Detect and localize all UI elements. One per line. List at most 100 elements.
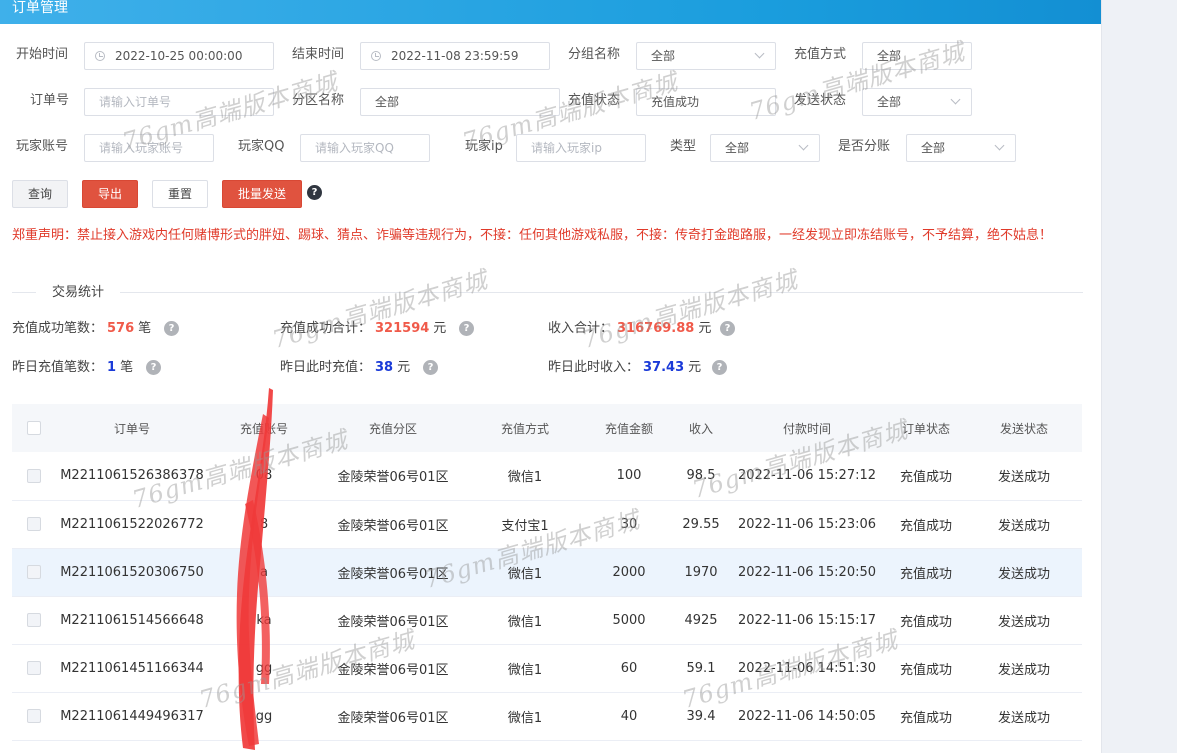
- cell-send: 发送成功: [997, 470, 1050, 486]
- cell-order-no: M2211061451166344: [60, 660, 204, 676]
- cell-status: 充值成功: [899, 470, 952, 486]
- table-row[interactable]: M2211061520306750 a 金陵荣誉06号01区 微信1 2000 …: [12, 548, 1082, 596]
- cell-time: 2022-11-06 15:27:12: [737, 468, 877, 484]
- recharge-method-select[interactable]: 全部: [862, 42, 972, 70]
- end-time-input[interactable]: 2022-11-08 23:59:59: [360, 42, 550, 70]
- cell-zone: 金陵荣誉06号01区: [337, 518, 449, 534]
- cell-amount: 30: [620, 516, 638, 532]
- cell-amount: 100: [616, 468, 642, 484]
- help-icon[interactable]: ?: [146, 360, 161, 375]
- stat-income-total: 收入合计： 316769.88 元: [548, 320, 711, 338]
- order-no-placeholder: 请输入订单号: [99, 95, 172, 109]
- table-row[interactable]: M2211061451166344 gg 金陵荣誉06号01区 微信1 60 5…: [12, 644, 1082, 692]
- cell-income: 98.5: [686, 468, 716, 484]
- column-header: 订单状态: [901, 421, 950, 436]
- help-icon[interactable]: ?: [307, 185, 322, 200]
- cell-status: 充值成功: [899, 710, 952, 726]
- cell-send: 发送成功: [997, 662, 1050, 678]
- zone-name-label: 分区名称: [292, 93, 345, 108]
- table-header-row: 订单号 充值账号 充值分区 充值方式 充值金额 收入 付款时间 订单状态 发送状…: [12, 404, 1082, 452]
- cell-amount: 5000: [612, 612, 646, 628]
- cell-amount: 60: [620, 660, 638, 676]
- cell-income: 4925: [684, 612, 718, 628]
- recharge-status-select[interactable]: 充值成功: [636, 88, 776, 116]
- chevron-down-icon: [994, 140, 1005, 151]
- row-select-cell: [12, 596, 56, 644]
- row-checkbox[interactable]: [27, 468, 41, 483]
- row-select-cell: [12, 644, 56, 692]
- split-label: 是否分账: [838, 139, 891, 154]
- cell-send: 发送成功: [997, 518, 1050, 534]
- cell-send: 发送成功: [997, 614, 1050, 630]
- stat-unit: 元: [433, 321, 447, 336]
- export-button[interactable]: 导出: [82, 180, 138, 208]
- split-value: 全部: [921, 141, 946, 155]
- cell-method: 微信1: [507, 710, 543, 726]
- query-button[interactable]: 查询: [12, 180, 68, 208]
- cell-time: 2022-11-06 14:51:30: [737, 660, 877, 676]
- column-header: 充值账号: [239, 421, 288, 436]
- start-time-input[interactable]: 2022-10-25 00:00:00: [84, 42, 274, 70]
- order-no-input[interactable]: 请输入订单号: [84, 88, 274, 116]
- cell-income: 1970: [684, 564, 718, 580]
- cell-status: 充值成功: [899, 662, 952, 678]
- help-icon[interactable]: ?: [164, 321, 179, 336]
- zone-name-value: 全部: [375, 95, 400, 109]
- group-name-select[interactable]: 全部: [636, 42, 776, 70]
- cell-account: a: [260, 564, 268, 580]
- stat-label: 昨日此时收入：: [548, 360, 640, 375]
- cell-method: 微信1: [507, 662, 543, 678]
- stat-yesterday-count: 昨日充值笔数： 1 笔: [12, 359, 133, 377]
- player-ip-input[interactable]: 请输入玩家ip: [516, 134, 646, 162]
- zone-name-select[interactable]: 全部: [360, 88, 560, 116]
- chevron-down-icon: [754, 48, 765, 59]
- cell-time: 2022-11-06 15:23:06: [737, 516, 877, 532]
- help-icon[interactable]: ?: [423, 360, 438, 375]
- end-time-value: 2022-11-08 23:59:59: [391, 49, 519, 63]
- end-time-label: 结束时间: [292, 47, 345, 62]
- start-time-label: 开始时间: [16, 47, 69, 62]
- split-select[interactable]: 全部: [906, 134, 1016, 162]
- player-qq-input[interactable]: 请输入玩家QQ: [300, 134, 430, 162]
- table-row[interactable]: M2211061514566648 ka 金陵荣誉06号01区 微信1 5000…: [12, 596, 1082, 644]
- help-icon[interactable]: ?: [459, 321, 474, 336]
- cell-method: 微信1: [507, 566, 543, 582]
- divider-left: [12, 292, 36, 293]
- help-icon[interactable]: ?: [712, 360, 727, 375]
- row-select-cell: [12, 500, 56, 548]
- player-qq-label: 玩家QQ: [238, 139, 285, 154]
- row-checkbox[interactable]: [27, 613, 41, 627]
- player-account-label: 玩家账号: [16, 139, 69, 154]
- table-row[interactable]: M2211061526386378 08 金陵荣誉06号01区 微信1 100 …: [12, 452, 1082, 500]
- type-select[interactable]: 全部: [710, 134, 820, 162]
- select-all-checkbox[interactable]: [27, 421, 41, 436]
- batch-send-button[interactable]: 批量发送: [222, 180, 302, 208]
- cell-account: 08: [255, 468, 273, 484]
- stat-value: 316769.88: [617, 321, 695, 336]
- stat-label: 昨日充值笔数：: [12, 360, 104, 375]
- stat-value: 1: [107, 360, 117, 375]
- row-checkbox[interactable]: [27, 709, 41, 723]
- clock-icon: [95, 51, 105, 61]
- reset-button[interactable]: 重置: [152, 180, 208, 208]
- row-checkbox[interactable]: [27, 565, 41, 579]
- table-row[interactable]: M2211061522026772 8 金陵荣誉06号01区 支付宝1 30 2…: [12, 500, 1082, 548]
- player-qq-placeholder: 请输入玩家QQ: [315, 141, 394, 155]
- row-checkbox[interactable]: [27, 661, 41, 675]
- row-checkbox[interactable]: [27, 517, 41, 531]
- column-header: 付款时间: [782, 421, 831, 436]
- stat-unit: 笔: [138, 321, 152, 336]
- stat-label: 收入合计：: [548, 321, 614, 336]
- page-title: 订单管理: [12, 0, 68, 16]
- player-account-input[interactable]: 请输入玩家账号: [84, 134, 214, 162]
- stat-yesterday-income: 昨日此时收入： 37.43 元: [548, 359, 701, 377]
- cell-amount: 40: [620, 708, 638, 724]
- column-header: 充值分区: [368, 421, 417, 436]
- stat-yesterday-recharge: 昨日此时充值： 38 元: [280, 359, 410, 377]
- send-status-select[interactable]: 全部: [862, 88, 972, 116]
- stat-value: 321594: [375, 321, 430, 336]
- stat-success-total: 充值成功合计： 321594 元: [280, 320, 446, 338]
- help-icon[interactable]: ?: [720, 321, 735, 336]
- stat-unit: 元: [688, 360, 702, 375]
- table-row[interactable]: M2211061449496317 gg 金陵荣誉06号01区 微信1 40 3…: [12, 692, 1082, 740]
